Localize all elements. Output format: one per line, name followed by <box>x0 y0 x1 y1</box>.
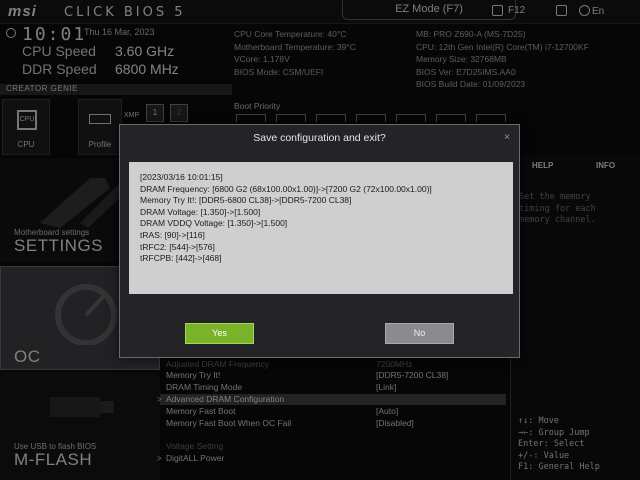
save-exit-dialog: Save configuration and exit? × [2023/03/… <box>119 124 520 358</box>
change-log-line: DRAM Frequency: [6800 G2 (68x100.00x1.00… <box>140 183 432 194</box>
change-log-line: tRFC2: [544]->[576] <box>140 241 215 252</box>
change-log: [2023/03/16 10:01:15] DRAM Frequency: [6… <box>129 162 513 294</box>
dialog-title: Save configuration and exit? <box>253 132 386 144</box>
change-log-line: DRAM VDDQ Voltage: [1.350]->[1.500] <box>140 218 288 229</box>
change-log-line: [2023/03/16 10:01:15] <box>140 172 223 182</box>
change-log-line: DRAM Voltage: [1.350]->[1.500] <box>140 206 261 217</box>
change-log-line: Memory Try It!: [DDR5-6800 CL38]->[DDR5-… <box>140 195 352 206</box>
close-icon[interactable]: × <box>504 132 510 143</box>
yes-button[interactable]: Yes <box>185 323 254 344</box>
change-log-line: tRFCPB: [442]->[468] <box>140 253 222 264</box>
no-button[interactable]: No <box>385 323 454 344</box>
change-log-line: tRAS: [90]->[116] <box>140 229 205 240</box>
